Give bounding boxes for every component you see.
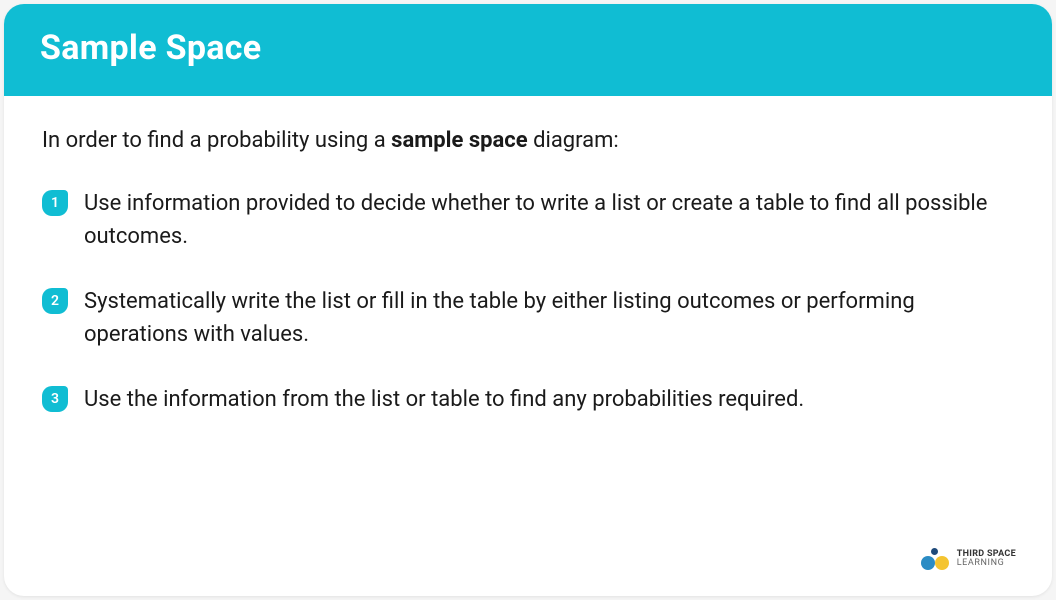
card-container: Sample Space In order to find a probabil… (4, 4, 1052, 596)
step-item: 3 Use the information from the list or t… (42, 383, 1014, 416)
intro-text: In order to find a probability using a s… (42, 126, 1014, 157)
logo-icon (921, 548, 949, 570)
card-content: In order to find a probability using a s… (4, 96, 1052, 468)
step-text: Systematically write the list or fill in… (84, 285, 1014, 351)
logo-text: THIRD SPACE LEARNING (957, 550, 1016, 569)
intro-bold: sample space (391, 128, 527, 153)
brand-logo: THIRD SPACE LEARNING (921, 548, 1016, 570)
step-number-badge: 3 (42, 386, 68, 412)
card-header: Sample Space (4, 4, 1052, 96)
step-number-badge: 1 (42, 190, 68, 216)
step-text: Use information provided to decide wheth… (84, 187, 1014, 253)
step-item: 1 Use information provided to decide whe… (42, 187, 1014, 253)
step-number-badge: 2 (42, 288, 68, 314)
intro-suffix: diagram: (528, 128, 619, 153)
step-text: Use the information from the list or tab… (84, 383, 804, 416)
page-title: Sample Space (40, 28, 1016, 68)
logo-line2: LEARNING (957, 559, 1016, 568)
step-item: 2 Systematically write the list or fill … (42, 285, 1014, 351)
intro-prefix: In order to find a probability using a (42, 128, 391, 153)
